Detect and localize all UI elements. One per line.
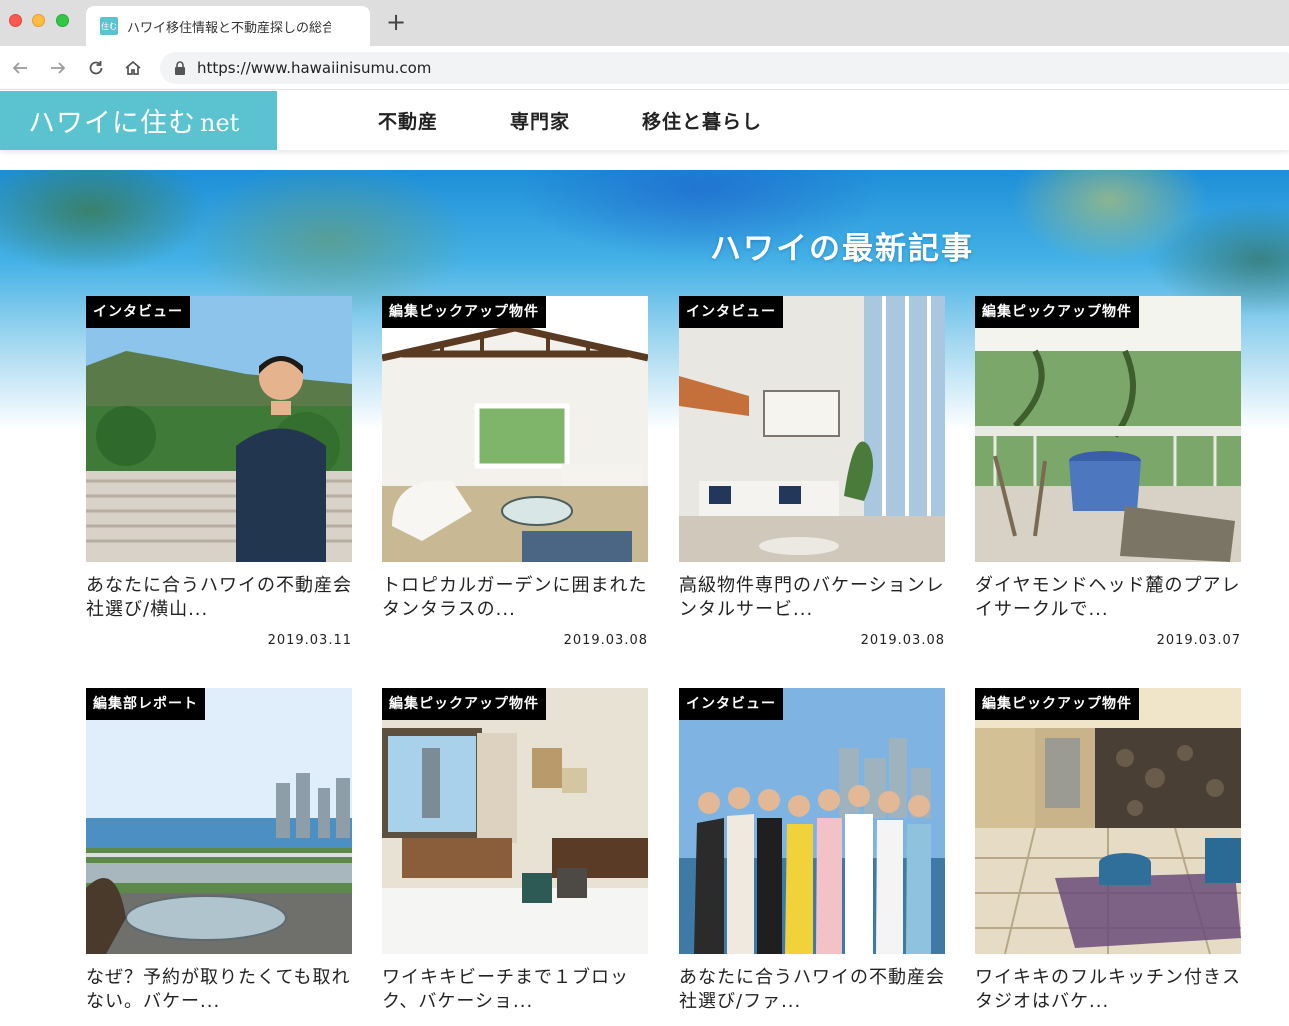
- global-nav: 不動産 専門家 移住と暮らし: [378, 91, 834, 150]
- article-title[interactable]: ダイヤモンドヘッド麓のプアレイサークルで...: [975, 574, 1241, 622]
- article-card[interactable]: 編集ピックアップ物件 ワイキキビーチまで１ブロック、バケーショ...: [382, 688, 648, 1014]
- arrow-right-icon: [51, 62, 66, 74]
- article-thumbnail[interactable]: インタビュー: [86, 296, 352, 562]
- category-badge: 編集ピックアップ物件: [975, 296, 1139, 328]
- url-text: https://www.hawaiinisumu.com: [197, 59, 432, 77]
- lock-icon: [175, 61, 185, 75]
- article-thumbnail[interactable]: 編集ピックアップ物件: [382, 296, 648, 562]
- site-logo[interactable]: ハワイに住む net: [0, 91, 277, 150]
- article-card[interactable]: 編集部レポート なぜ？予約が取りたくても取れない。バケー...: [86, 688, 352, 1014]
- bedroom-view-photo: [382, 688, 648, 954]
- new-tab-button[interactable]: +: [386, 10, 406, 34]
- article-title[interactable]: 高級物件専門のバケーションレンタルサービ...: [679, 574, 945, 622]
- article-title[interactable]: ワイキキビーチまで１ブロック、バケーショ...: [382, 966, 648, 1014]
- forward-button[interactable]: [46, 56, 70, 80]
- nav-item-living[interactable]: 移住と暮らし: [642, 107, 762, 134]
- lanai-dining-photo: [975, 296, 1241, 562]
- nav-item-experts[interactable]: 専門家: [510, 107, 570, 134]
- article-thumbnail[interactable]: 編集ピックアップ物件: [975, 688, 1241, 954]
- home-button[interactable]: [121, 56, 145, 80]
- category-badge: 編集ピックアップ物件: [975, 688, 1139, 720]
- back-button[interactable]: [8, 56, 32, 80]
- article-title[interactable]: あなたに合うハワイの不動産会社選び/ファ...: [679, 966, 945, 1014]
- article-card[interactable]: 編集ピックアップ物件 ダイヤモンドヘッド麓のプアレイサークルで... 2019.…: [975, 296, 1241, 648]
- logo-suffix-text: net: [200, 108, 240, 137]
- living-room-beams-photo: [382, 296, 648, 562]
- category-badge: 編集ピックアップ物件: [382, 296, 546, 328]
- article-card[interactable]: インタビュー 高級物件専門のバケーションレンタルサービ... 2019.03.0…: [679, 296, 945, 648]
- article-title[interactable]: なぜ？予約が取りたくても取れない。バケー...: [86, 966, 352, 1014]
- ocean-view-lanai-photo: [86, 688, 352, 954]
- category-badge: インタビュー: [679, 296, 783, 328]
- article-thumbnail[interactable]: インタビュー: [679, 688, 945, 954]
- article-date: 2019.03.07: [1156, 633, 1241, 648]
- article-card[interactable]: インタビュー あなたに合うハワイの不動産会社選び/横山... 2019.03.1…: [86, 296, 352, 648]
- article-card[interactable]: 編集ピックアップ物件 ワイキキのフルキッチン付きスタジオはバケ...: [975, 688, 1241, 1014]
- site-header: ハワイに住む net 不動産 専門家 移住と暮らし: [0, 91, 1289, 150]
- category-badge: インタビュー: [86, 296, 190, 328]
- main-content: ハワイの最新記事 インタビュー あなたに合うハワイの不動産会社選び/横山... …: [0, 170, 1289, 1026]
- section-title: ハワイの最新記事: [710, 231, 974, 267]
- article-card[interactable]: 編集ピックアップ物件 トロピカルガーデンに囲まれたタンタラスの... 2019.…: [382, 296, 648, 648]
- reload-icon: [89, 61, 103, 75]
- tab-title: ハワイ移住情報と不動産探しの総合サイト: [127, 20, 331, 36]
- reload-button[interactable]: [84, 56, 108, 80]
- group-photo-photo: [679, 688, 945, 954]
- article-thumbnail[interactable]: 編集部レポート: [86, 688, 352, 954]
- browser-toolbar: https://www.hawaiinisumu.com: [0, 46, 1289, 90]
- man-diamond-head-photo: [86, 296, 352, 562]
- luxury-loft-living-photo: [679, 296, 945, 562]
- article-thumbnail[interactable]: 編集ピックアップ物件: [975, 296, 1241, 562]
- address-bar[interactable]: https://www.hawaiinisumu.com: [160, 52, 1289, 84]
- article-thumbnail[interactable]: 編集ピックアップ物件: [382, 688, 648, 954]
- article-date: 2019.03.11: [267, 633, 352, 648]
- home-icon: [125, 60, 141, 75]
- close-window-button[interactable]: [9, 14, 22, 27]
- article-title[interactable]: あなたに合うハワイの不動産会社選び/横山...: [86, 574, 352, 622]
- site-favicon-icon: 住む: [100, 17, 118, 35]
- lobby-interior-photo: [975, 688, 1241, 954]
- minimize-window-button[interactable]: [32, 14, 45, 27]
- category-badge: インタビュー: [679, 688, 783, 720]
- maximize-window-button[interactable]: [56, 14, 69, 27]
- article-title[interactable]: トロピカルガーデンに囲まれたタンタラスの...: [382, 574, 648, 622]
- browser-tab-active[interactable]: 住む ハワイ移住情報と不動産探しの総合サイト: [86, 6, 370, 46]
- article-title[interactable]: ワイキキのフルキッチン付きスタジオはバケ...: [975, 966, 1241, 1014]
- nav-item-real-estate[interactable]: 不動産: [378, 107, 438, 134]
- article-card[interactable]: インタビュー あなたに合うハワイの不動産会社選び/ファ...: [679, 688, 945, 1014]
- article-date: 2019.03.08: [860, 633, 945, 648]
- category-badge: 編集ピックアップ物件: [382, 688, 546, 720]
- article-date: 2019.03.08: [563, 633, 648, 648]
- browser-tab-bar: 住む ハワイ移住情報と不動産探しの総合サイト +: [0, 0, 1289, 46]
- logo-main-text: ハワイに住む: [28, 108, 196, 139]
- arrow-left-icon: [12, 62, 27, 74]
- category-badge: 編集部レポート: [86, 688, 205, 720]
- article-thumbnail[interactable]: インタビュー: [679, 296, 945, 562]
